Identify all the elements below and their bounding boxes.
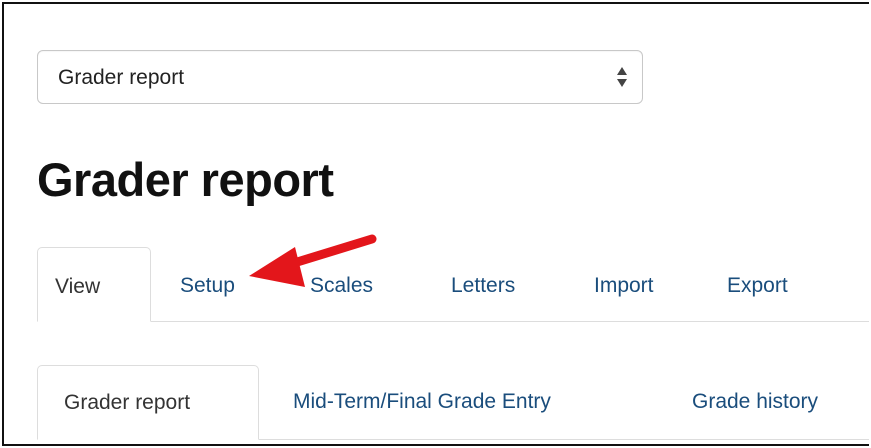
tab-letters-label: Letters bbox=[451, 274, 516, 297]
subtab-grader-report-label: Grader report bbox=[64, 391, 191, 414]
page-title: Grader report bbox=[37, 153, 334, 206]
subtab-grade-history[interactable]: Grade history bbox=[692, 390, 818, 414]
tab-setup-label: Setup bbox=[180, 274, 235, 297]
subtab-mid-term-final-grade-entry[interactable]: Mid-Term/Final Grade Entry bbox=[293, 390, 551, 414]
tab-export[interactable]: Export bbox=[727, 274, 788, 298]
tab-scales[interactable]: Scales bbox=[310, 274, 373, 298]
main-tabs-baseline bbox=[37, 321, 869, 322]
report-select[interactable]: Grader report bbox=[37, 50, 643, 104]
tab-setup[interactable]: Setup bbox=[180, 274, 235, 298]
tab-import[interactable]: Import bbox=[594, 274, 654, 298]
tab-export-label: Export bbox=[727, 274, 788, 297]
subtab-grader-report[interactable]: Grader report bbox=[37, 365, 259, 440]
tab-scales-label: Scales bbox=[310, 274, 374, 297]
tab-import-label: Import bbox=[594, 274, 654, 297]
subtab-mid-term-final-label: Mid-Term/Final Grade Entry bbox=[293, 390, 551, 413]
subtab-grade-history-label: Grade history bbox=[692, 390, 819, 413]
tab-view[interactable]: View bbox=[37, 247, 151, 322]
tab-letters[interactable]: Letters bbox=[451, 274, 515, 298]
report-select-value: Grader report bbox=[58, 66, 185, 89]
tab-view-label: View bbox=[55, 275, 101, 298]
screenshot-frame: Grader report Grader report View Setup S… bbox=[2, 2, 869, 446]
select-updown-icon bbox=[617, 67, 627, 87]
